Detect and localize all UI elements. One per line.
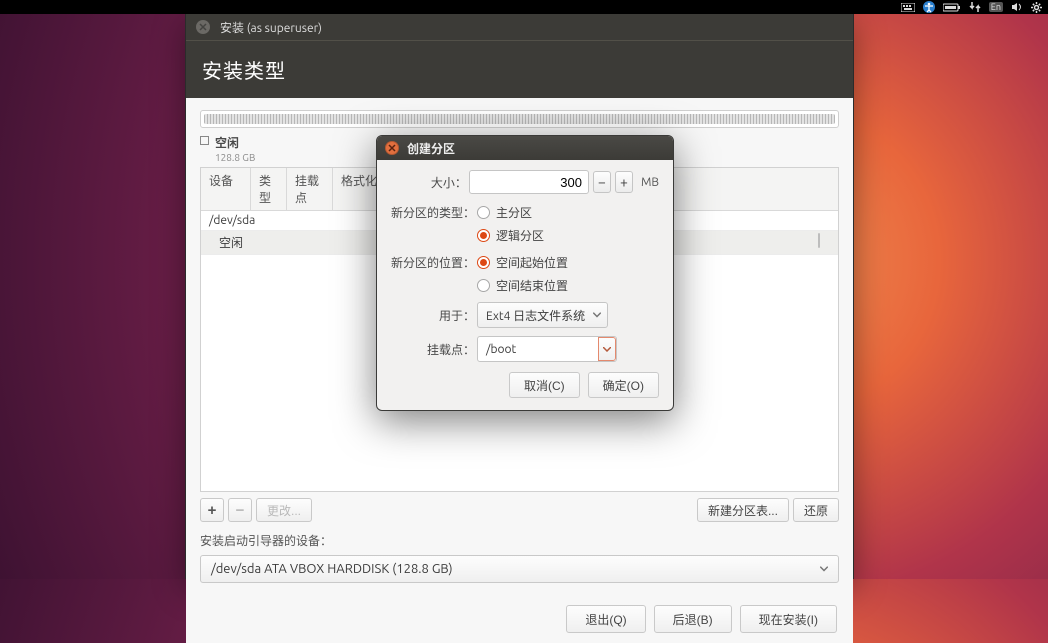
- volume-icon[interactable]: [1011, 2, 1023, 12]
- remove-partition-button[interactable]: −: [228, 498, 252, 522]
- dialog-close-button[interactable]: [385, 141, 399, 155]
- col-device[interactable]: 设备: [201, 168, 251, 210]
- quit-button[interactable]: 退出(Q): [566, 605, 645, 633]
- format-checkbox[interactable]: [818, 233, 820, 248]
- use-as-label: 用于：: [391, 307, 477, 324]
- page-title: 安装类型: [202, 55, 286, 84]
- cell-device: /dev/sda: [201, 211, 263, 230]
- dialog-ok-button[interactable]: 确定(O): [588, 372, 659, 398]
- bootloader-label: 安装启动引导器的设备：: [200, 532, 839, 549]
- network-icon[interactable]: [969, 1, 981, 13]
- system-indicator-bar: En: [0, 0, 1048, 14]
- dialog-title: 创建分区: [407, 140, 455, 157]
- keyboard-icon[interactable]: [901, 3, 915, 12]
- type-label: 新分区的类型：: [391, 202, 477, 221]
- battery-icon[interactable]: [943, 3, 961, 12]
- install-now-button[interactable]: 现在安装(I): [740, 605, 837, 633]
- radio-end-label: 空间结束位置: [496, 277, 568, 294]
- window-close-button[interactable]: [196, 20, 210, 34]
- bootloader-value: /dev/sda ATA VBOX HARDDISK (128.8 GB): [211, 562, 453, 576]
- accessibility-icon[interactable]: [923, 1, 935, 13]
- radio-location-end[interactable]: 空间结束位置: [477, 277, 568, 294]
- mount-point-label: 挂载点：: [391, 341, 477, 358]
- dialog-titlebar: 创建分区: [377, 136, 673, 160]
- dialog-cancel-button[interactable]: 取消(C): [509, 372, 580, 398]
- legend-free-size: 128.8 GB: [215, 152, 255, 163]
- radio-location-begin[interactable]: 空间起始位置: [477, 254, 568, 271]
- language-indicator[interactable]: En: [989, 2, 1003, 12]
- add-partition-button[interactable]: +: [200, 498, 224, 522]
- chevron-down-icon: [820, 567, 828, 572]
- radio-primary[interactable]: 主分区: [477, 204, 544, 221]
- window-title: 安装 (as superuser): [220, 19, 322, 36]
- back-button[interactable]: 后退(B): [654, 605, 732, 633]
- change-partition-button[interactable]: 更改...: [256, 498, 312, 522]
- size-label: 大小：: [391, 174, 469, 191]
- mount-point-combo[interactable]: /boot: [477, 336, 617, 362]
- create-partition-dialog: 创建分区 大小： − + MB 新分区的类型： 主分区: [376, 135, 674, 411]
- mount-point-value: /boot: [486, 343, 516, 356]
- new-partition-table-button[interactable]: 新建分区表...: [697, 498, 789, 522]
- chevron-down-icon: [598, 337, 616, 361]
- cell-free: 空闲: [201, 231, 251, 254]
- radio-primary-label: 主分区: [496, 204, 532, 221]
- size-input[interactable]: [469, 170, 589, 194]
- filesystem-value: Ext4 日志文件系统: [486, 307, 585, 324]
- col-mount[interactable]: 挂载点: [287, 168, 333, 210]
- partition-toolbar: + − 更改... 新建分区表... 还原: [200, 498, 839, 522]
- location-label: 新分区的位置：: [391, 252, 477, 271]
- filesystem-select[interactable]: Ext4 日志文件系统: [477, 302, 608, 328]
- window-titlebar: 安装 (as superuser): [186, 14, 853, 40]
- wizard-footer: 退出(Q) 后退(B) 现在安装(I): [200, 605, 839, 633]
- gear-icon[interactable]: [1031, 2, 1042, 13]
- legend-swatch-icon: [200, 136, 209, 145]
- legend-free-label: 空闲: [215, 134, 255, 151]
- col-type[interactable]: 类型: [251, 168, 287, 210]
- size-increment-button[interactable]: +: [615, 171, 633, 193]
- radio-logical-label: 逻辑分区: [496, 227, 544, 244]
- radio-begin-label: 空间起始位置: [496, 254, 568, 271]
- partition-bar[interactable]: [200, 110, 839, 128]
- revert-button[interactable]: 还原: [793, 498, 839, 522]
- chevron-down-icon: [593, 313, 601, 318]
- radio-logical[interactable]: 逻辑分区: [477, 227, 544, 244]
- size-decrement-button[interactable]: −: [593, 171, 611, 193]
- page-header: 安装类型: [186, 40, 853, 98]
- size-unit: MB: [641, 176, 659, 189]
